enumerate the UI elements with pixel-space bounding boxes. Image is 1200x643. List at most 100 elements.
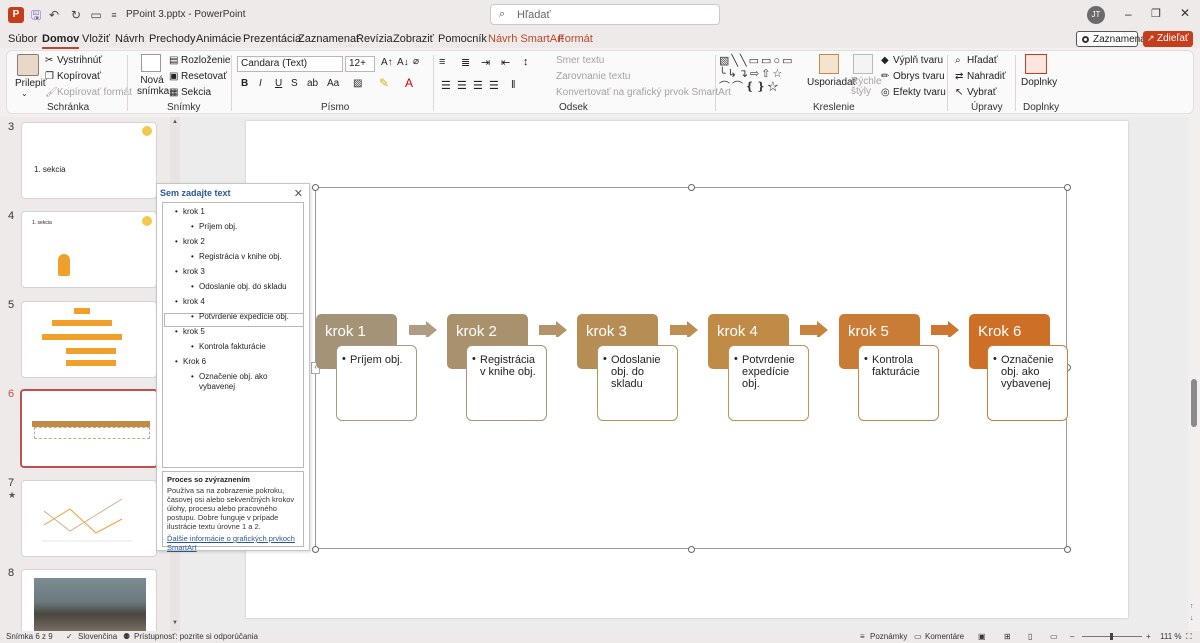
underline-button[interactable]: U [275,78,282,89]
text-pane-item-level1[interactable]: krok 1 [175,207,205,216]
bold-button[interactable]: B [241,78,248,89]
text-pane-item-level1[interactable]: Krok 6 [175,357,206,366]
comments-button[interactable]: Komentáre [925,632,964,641]
highlight-icon[interactable]: ✎ [379,76,389,90]
tab-navrh[interactable]: Návrh [115,33,144,45]
tab-pomocnik[interactable]: Pomocník [438,33,487,45]
user-avatar[interactable]: JT [1087,6,1105,24]
reading-view-icon[interactable]: ▯ [1028,632,1032,641]
undo-icon[interactable]: ↶ [46,7,62,23]
addins-button[interactable]: Doplnky [1021,77,1057,88]
tab-format[interactable]: Formát [558,33,593,45]
font-name-select[interactable]: Candara (Text) [237,56,343,72]
cut-button[interactable]: Vystrihnúť [57,55,102,66]
resize-handle[interactable] [1064,546,1071,553]
bullets-icon[interactable]: ≡ [439,56,445,68]
justify-icon[interactable]: ☰ [489,79,499,92]
step-4-body[interactable]: Potvrdenieexpedícieobj. [728,345,809,421]
italic-button[interactable]: I [259,78,262,89]
scroll-down-icon[interactable]: ▼ [172,620,178,626]
tab-zaznamenat[interactable]: Zaznamenať [298,33,360,45]
paste-button[interactable]: Prilepiť [15,78,47,89]
indent-icon[interactable]: ⇥ [481,56,490,69]
text-pane-item-level1[interactable]: krok 2 [175,237,205,246]
zoom-in-icon[interactable]: + [1146,632,1151,641]
slide-sorter-icon[interactable]: ⊞ [1004,632,1011,641]
tab-zobrazit[interactable]: Zobraziť [393,33,434,45]
present-icon[interactable]: ▭ [88,7,104,23]
quick-styles-button[interactable]: Rýchle štýly [851,77,882,97]
scrollbar-thumb[interactable] [1191,379,1197,427]
shape-effects-button[interactable]: Efekty tvaru [893,87,946,98]
language[interactable]: Slovenčina [78,632,117,641]
shadow-icon[interactable]: ▨ [353,78,362,89]
char-spacing-icon[interactable]: ab [307,78,318,89]
slide-thumbnail-5[interactable] [21,301,157,378]
slide-thumbnail-3[interactable]: 1. sekcia [21,122,157,199]
clear-format-icon[interactable]: ⌀ [413,56,419,67]
font-size-select[interactable]: 12+ [345,56,375,72]
font-color-icon[interactable]: A [405,76,413,90]
canvas-scrollbar[interactable]: ↑ ↓ [1188,117,1200,631]
tab-domov[interactable]: Domov [42,33,80,49]
restore-icon[interactable]: ❐ [1151,7,1161,20]
new-slide-button[interactable]: Nová snímka [137,75,169,97]
resize-handle[interactable] [688,546,695,553]
tab-subor[interactable]: Súbor [8,33,37,45]
numbering-icon[interactable]: ≣ [461,56,470,69]
close-window-icon[interactable]: ✕ [1180,6,1190,20]
align-left-icon[interactable]: ☰ [441,79,451,92]
redo-icon[interactable]: ↻ [68,7,84,23]
slide-thumbnail-6-selected[interactable] [20,389,158,468]
spellcheck-icon[interactable]: ✓ [66,632,73,641]
smartart-info-link[interactable]: Ďalšie informácie o grafických prvkoch S… [167,534,299,552]
accessibility-status[interactable]: Prístupnosť: pozrite si odporúčania [134,632,258,641]
find-button[interactable]: Hľadať [967,55,998,66]
tab-animacie[interactable]: Animácie [196,33,241,45]
text-pane-item-level2[interactable]: Príjem obj. [191,222,237,231]
close-text-pane-icon[interactable]: ✕ [294,187,303,200]
search-box[interactable]: ⌕ Hľadať [490,4,720,25]
save-icon[interactable]: 🖫 [28,7,44,23]
text-pane-item-level2[interactable]: Označenie obj. ako vybavenej [191,372,289,392]
resize-handle[interactable] [688,184,695,191]
smartart-frame[interactable] [315,187,1067,549]
text-pane-item-level1[interactable]: krok 3 [175,267,205,276]
text-pane-item-level2[interactable]: Registrácia v knihe obj. [191,252,282,261]
shape-fill-button[interactable]: Výplň tvaru [893,55,943,66]
prev-slide-icon[interactable]: ↑ [1190,603,1194,610]
text-pane-item-level1[interactable]: krok 4 [175,297,205,306]
replace-button[interactable]: Nahradiť [967,71,1006,82]
slide-thumbnail-4[interactable]: 1. sekcia [21,211,157,288]
section-button[interactable]: Sekcia [181,87,211,98]
select-button[interactable]: Vybrať [967,87,997,98]
step-5-body[interactable]: Kontrolafakturácie [858,345,939,421]
record-button[interactable]: Zaznamenať [1076,31,1150,47]
shapes-gallery[interactable]: ▧╲╲▭▭○▭ ╰↳↴⇨⇧☆ ⌒⌒❴❵☆ [719,55,801,95]
line-spacing-icon[interactable]: ↕ [523,56,529,68]
next-slide-icon[interactable]: ↓ [1190,615,1194,622]
text-pane-item-level2[interactable]: Potvrdenie expedície obj. [191,312,289,321]
shrink-font-icon[interactable]: A↓ [397,57,409,68]
grow-font-icon[interactable]: A↑ [381,57,393,68]
strikethrough-button[interactable]: S [291,78,298,89]
minimize-icon[interactable]: – [1125,7,1132,21]
paste-dropdown-icon[interactable]: ⌄ [21,89,28,98]
copy-button[interactable]: Kopírovať [57,71,101,82]
format-painter-button[interactable]: Kopírovať formát [57,87,132,98]
customize-qat-icon[interactable]: ≡ [106,7,122,23]
tab-vlozit[interactable]: Vložiť [82,33,110,45]
text-pane-item-level2[interactable]: Kontrola fakturácie [191,342,266,351]
tab-prezentacia[interactable]: Prezentácia [243,33,301,45]
shape-outline-button[interactable]: Obrys tvaru [893,71,945,82]
step-6-body[interactable]: Označenieobj. akovybavenej [987,345,1068,421]
text-pane-item-level1[interactable]: krok 5 [175,327,205,336]
change-case-icon[interactable]: Aa [327,78,339,89]
normal-view-icon[interactable]: ▣ [978,632,986,641]
tab-revizia[interactable]: Revízia [356,33,393,45]
tab-prechody[interactable]: Prechody [149,33,195,45]
step-1-body[interactable]: Príjem obj. [336,345,417,421]
text-pane-item-level2[interactable]: Odoslanie obj. do skladu [191,282,287,291]
align-right-icon[interactable]: ☰ [473,79,483,92]
resize-handle[interactable] [312,546,319,553]
